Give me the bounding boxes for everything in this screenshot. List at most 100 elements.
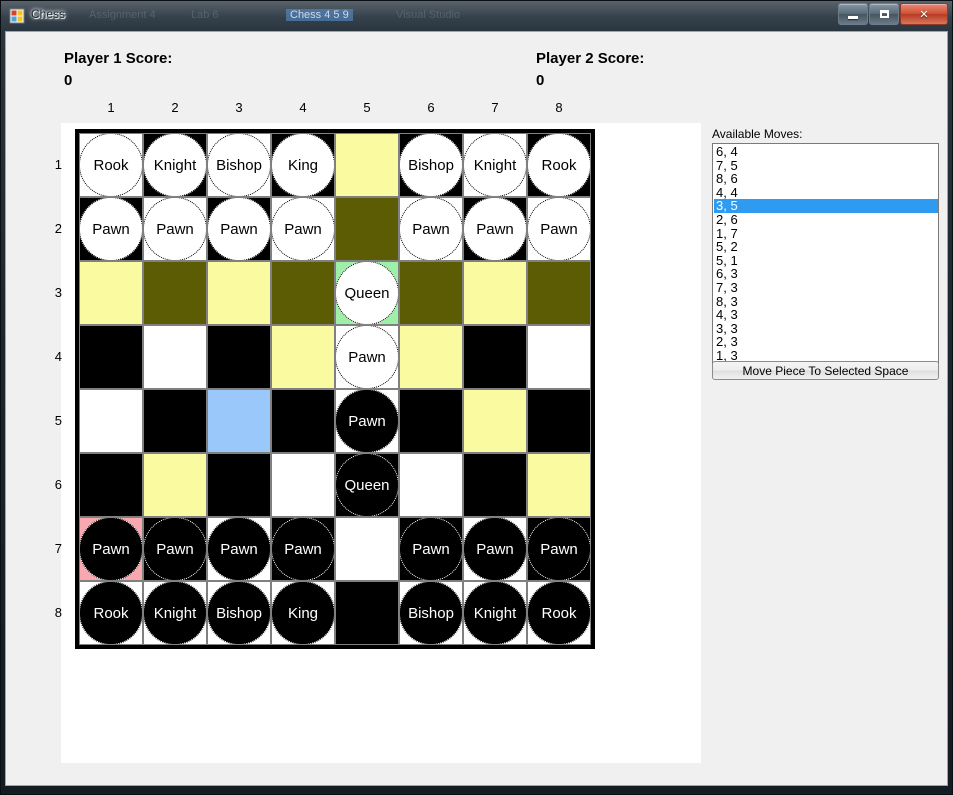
piece-white-pawn[interactable]: Pawn: [464, 198, 526, 260]
piece-white-bishop[interactable]: Bishop: [208, 134, 270, 196]
maximize-button[interactable]: [869, 3, 899, 25]
piece-black-bishop[interactable]: Bishop: [208, 582, 270, 644]
board-square-3-5[interactable]: [207, 389, 271, 453]
board-square-3-3[interactable]: [207, 261, 271, 325]
move-list-item[interactable]: 3, 3: [714, 322, 938, 336]
board-square-4-3[interactable]: [271, 261, 335, 325]
piece-black-pawn[interactable]: Pawn: [528, 518, 590, 580]
piece-black-knight[interactable]: Knight: [464, 582, 526, 644]
board-square-2-2[interactable]: Pawn: [143, 197, 207, 261]
board-square-3-7[interactable]: Pawn: [207, 517, 271, 581]
board-square-7-8[interactable]: Knight: [463, 581, 527, 645]
board-square-8-3[interactable]: [527, 261, 591, 325]
piece-black-pawn[interactable]: Pawn: [208, 518, 270, 580]
board-square-7-1[interactable]: Knight: [463, 133, 527, 197]
piece-black-pawn[interactable]: Pawn: [80, 518, 142, 580]
board-square-7-2[interactable]: Pawn: [463, 197, 527, 261]
board-square-8-2[interactable]: Pawn: [527, 197, 591, 261]
board-square-1-6[interactable]: [79, 453, 143, 517]
move-list-item[interactable]: 1, 7: [714, 226, 938, 241]
piece-white-rook[interactable]: Rook: [80, 134, 142, 196]
piece-white-pawn[interactable]: Pawn: [80, 198, 142, 260]
piece-black-bishop[interactable]: Bishop: [400, 582, 462, 644]
board-square-8-6[interactable]: [527, 453, 591, 517]
board-square-5-4[interactable]: Pawn: [335, 325, 399, 389]
board-square-6-1[interactable]: Bishop: [399, 133, 463, 197]
move-list-item[interactable]: 3, 5: [714, 199, 938, 213]
move-list-item[interactable]: 2, 3: [714, 335, 938, 349]
move-list-item[interactable]: 6, 3: [714, 267, 938, 281]
board-square-5-7[interactable]: [335, 517, 399, 581]
move-list-item[interactable]: 8, 6: [714, 172, 938, 186]
board-square-7-4[interactable]: [463, 325, 527, 389]
piece-white-pawn[interactable]: Pawn: [208, 198, 270, 260]
board-square-4-1[interactable]: King: [271, 133, 335, 197]
move-list-item[interactable]: 4, 4: [714, 186, 938, 200]
move-piece-button[interactable]: Move Piece To Selected Space: [712, 361, 939, 380]
board-square-6-8[interactable]: Bishop: [399, 581, 463, 645]
piece-white-bishop[interactable]: Bishop: [400, 134, 462, 196]
board-square-1-8[interactable]: Rook: [79, 581, 143, 645]
board-square-5-1[interactable]: [335, 133, 399, 197]
minimize-button[interactable]: [838, 3, 868, 25]
title-bar[interactable]: Chess Assignment 4 Lab 6 Chess 4 5 9 Vis…: [1, 1, 952, 29]
board-square-2-8[interactable]: Knight: [143, 581, 207, 645]
move-list-item[interactable]: 5, 2: [714, 240, 938, 254]
board-square-1-3[interactable]: [79, 261, 143, 325]
board-square-6-4[interactable]: [399, 325, 463, 389]
board-square-8-7[interactable]: Pawn: [527, 517, 591, 581]
board-square-2-5[interactable]: [143, 389, 207, 453]
move-list-item[interactable]: 7, 3: [714, 281, 938, 295]
board-square-4-6[interactable]: [271, 453, 335, 517]
board-square-4-2[interactable]: Pawn: [271, 197, 335, 261]
piece-black-pawn[interactable]: Pawn: [336, 390, 398, 452]
piece-black-pawn[interactable]: Pawn: [272, 518, 334, 580]
piece-white-pawn[interactable]: Pawn: [272, 198, 334, 260]
board-square-4-7[interactable]: Pawn: [271, 517, 335, 581]
piece-black-knight[interactable]: Knight: [144, 582, 206, 644]
piece-black-king[interactable]: King: [272, 582, 334, 644]
piece-black-queen[interactable]: Queen: [336, 454, 398, 516]
board-square-6-2[interactable]: Pawn: [399, 197, 463, 261]
board-square-1-4[interactable]: [79, 325, 143, 389]
board-square-2-7[interactable]: Pawn: [143, 517, 207, 581]
board-square-3-8[interactable]: Bishop: [207, 581, 271, 645]
piece-black-pawn[interactable]: Pawn: [464, 518, 526, 580]
piece-black-pawn[interactable]: Pawn: [144, 518, 206, 580]
board-square-1-5[interactable]: [79, 389, 143, 453]
move-list-item[interactable]: 7, 5: [714, 158, 938, 173]
move-list-item[interactable]: 8, 3: [714, 294, 938, 309]
piece-white-rook[interactable]: Rook: [528, 134, 590, 196]
board-square-8-1[interactable]: Rook: [527, 133, 591, 197]
piece-black-rook[interactable]: Rook: [528, 582, 590, 644]
board-square-4-5[interactable]: [271, 389, 335, 453]
piece-black-pawn[interactable]: Pawn: [400, 518, 462, 580]
board-square-2-6[interactable]: [143, 453, 207, 517]
board-square-6-5[interactable]: [399, 389, 463, 453]
board-square-4-8[interactable]: King: [271, 581, 335, 645]
board-square-1-7[interactable]: Pawn: [79, 517, 143, 581]
board-square-4-4[interactable]: [271, 325, 335, 389]
available-moves-listbox[interactable]: 6, 4 7, 5 8, 6 4, 4 3, 5 2, 6 1, 7 5, 2 5, 1 6, 3…: [712, 143, 939, 371]
board-square-2-1[interactable]: Knight: [143, 133, 207, 197]
board-square-3-2[interactable]: Pawn: [207, 197, 271, 261]
piece-white-queen[interactable]: Queen: [336, 262, 398, 324]
board-square-2-4[interactable]: [143, 325, 207, 389]
piece-white-king[interactable]: King: [272, 134, 334, 196]
board-square-6-3[interactable]: [399, 261, 463, 325]
piece-white-knight[interactable]: Knight: [464, 134, 526, 196]
board-square-2-3[interactable]: [143, 261, 207, 325]
piece-white-knight[interactable]: Knight: [144, 134, 206, 196]
piece-white-pawn[interactable]: Pawn: [336, 326, 398, 388]
board-square-1-2[interactable]: Pawn: [79, 197, 143, 261]
board-square-5-2[interactable]: [335, 197, 399, 261]
move-list-item[interactable]: 6, 4: [714, 145, 938, 159]
piece-white-pawn[interactable]: Pawn: [528, 198, 590, 260]
board-square-8-5[interactable]: [527, 389, 591, 453]
board-square-6-7[interactable]: Pawn: [399, 517, 463, 581]
board-square-3-1[interactable]: Bishop: [207, 133, 271, 197]
board-square-3-6[interactable]: [207, 453, 271, 517]
board-square-7-7[interactable]: Pawn: [463, 517, 527, 581]
piece-white-pawn[interactable]: Pawn: [144, 198, 206, 260]
board-square-5-5[interactable]: Pawn: [335, 389, 399, 453]
